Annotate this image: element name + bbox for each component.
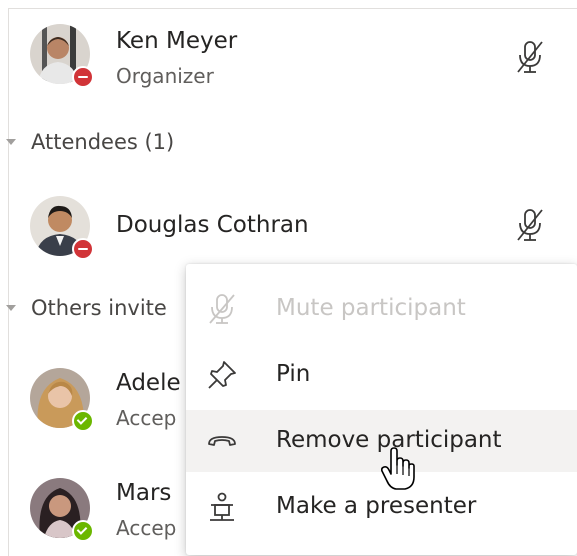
participant-name: Douglas Cothran — [116, 212, 309, 238]
participant-name: Adele — [116, 370, 181, 396]
participant-name: Ken Meyer — [116, 28, 238, 54]
menu-item-label: Make a presenter — [276, 493, 477, 519]
attendees-section-header[interactable]: Attendees (1) — [0, 124, 569, 164]
participant-row[interactable]: Douglas Cothran — [0, 182, 569, 270]
busy-status-icon — [72, 66, 94, 88]
mic-off-icon[interactable] — [515, 40, 545, 74]
participant-name: Mars — [116, 480, 172, 506]
pin-icon — [208, 361, 236, 389]
busy-status-icon — [72, 238, 94, 260]
menu-item-label: Mute participant — [276, 295, 466, 321]
accepted-status-icon — [72, 520, 94, 542]
hang-up-icon — [208, 436, 236, 446]
participant-response: Accep — [116, 516, 177, 540]
participant-row-organizer[interactable]: Ken Meyer Organizer — [0, 10, 569, 98]
mic-off-icon[interactable] — [515, 208, 545, 242]
presenter-icon — [210, 492, 234, 521]
section-label: Others invite — [31, 296, 167, 320]
menu-item-mute-participant[interactable]: Mute participant — [186, 278, 577, 340]
accepted-status-icon — [72, 410, 94, 432]
menu-item-label: Pin — [276, 361, 311, 387]
section-label: Attendees (1) — [31, 130, 175, 154]
participant-role: Organizer — [116, 64, 214, 88]
mic-off-icon — [209, 294, 235, 324]
participant-response: Accep — [116, 406, 177, 430]
participant-context-menu: Mute participant Pin Remove participant … — [186, 264, 577, 555]
hand-cursor-icon — [381, 447, 415, 490]
chevron-down-icon — [6, 139, 16, 145]
chevron-down-icon — [6, 305, 16, 311]
menu-item-pin[interactable]: Pin — [186, 344, 577, 406]
